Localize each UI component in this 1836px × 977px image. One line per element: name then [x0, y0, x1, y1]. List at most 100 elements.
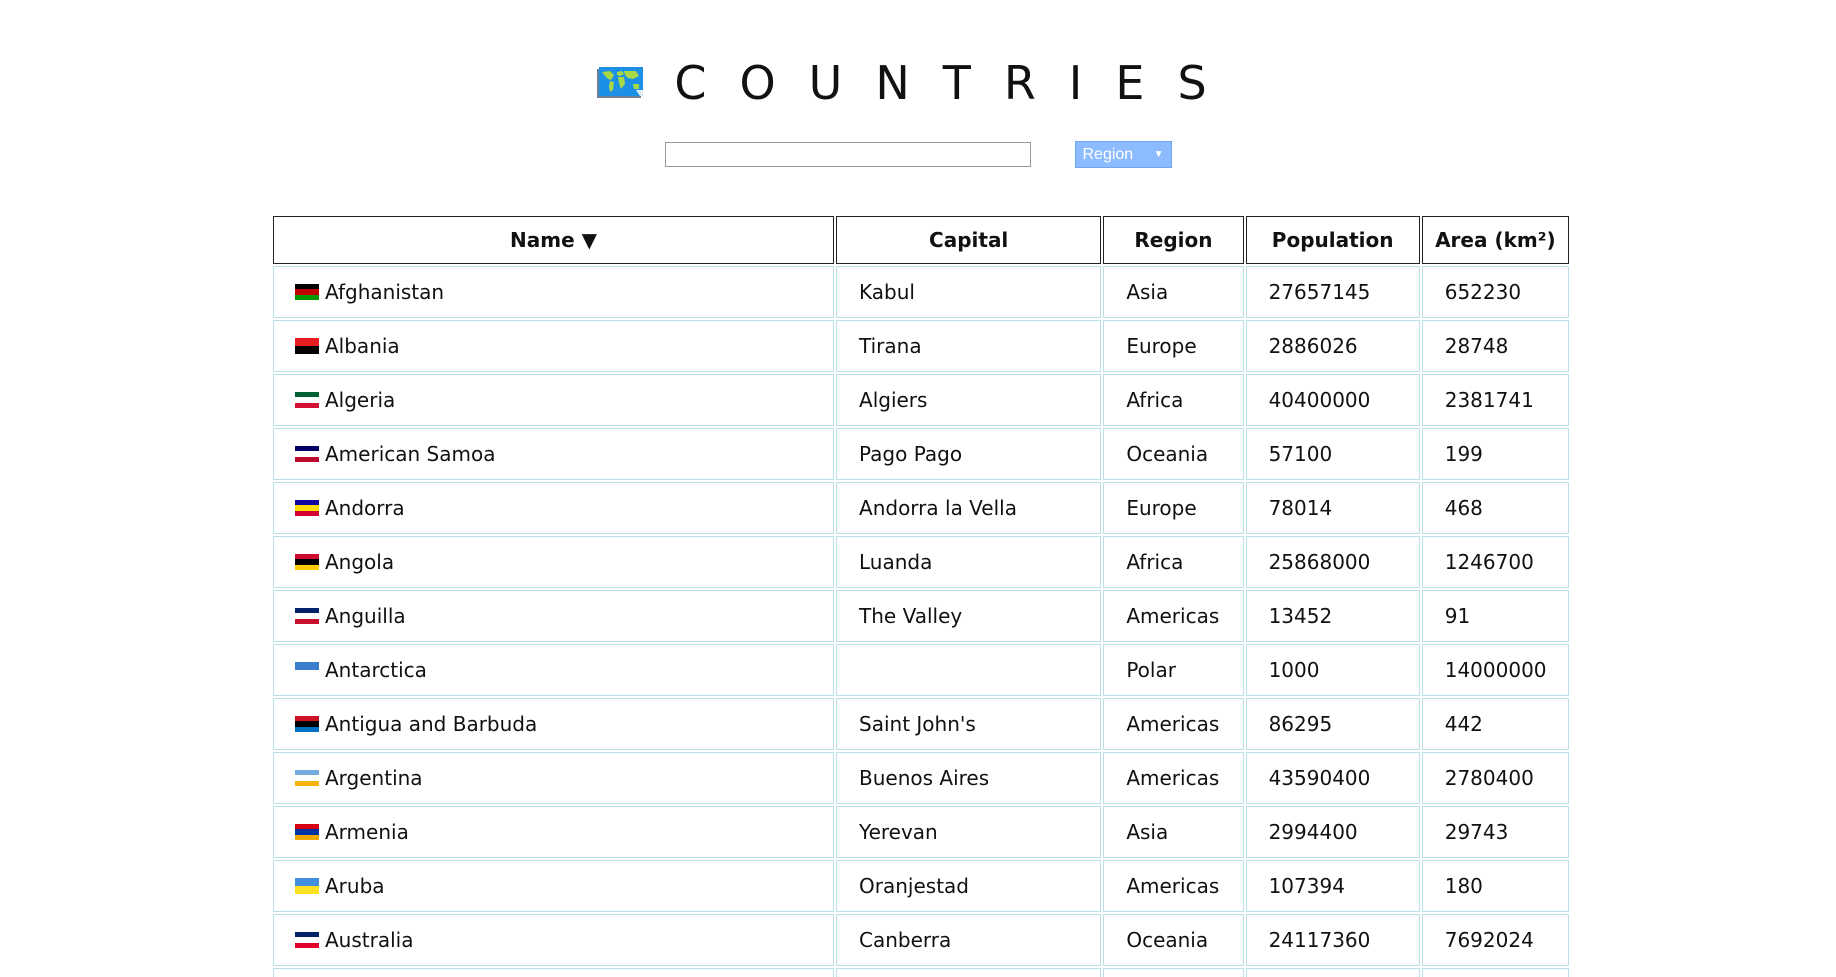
table-row[interactable]: Albania Tirana Europe 2886026 28748 [273, 320, 1569, 372]
capital-cell: Andorra la Vella [836, 482, 1102, 534]
capital-cell: Yerevan [836, 806, 1102, 858]
area-cell: 7692024 [1421, 914, 1569, 966]
population-cell: 78014 [1245, 482, 1420, 534]
table-row[interactable]: American Samoa Pago Pago Oceania 57100 199 [273, 428, 1569, 480]
country-name: Albania [325, 334, 400, 358]
country-name-cell: Albania [273, 320, 835, 372]
country-name: Antigua and Barbuda [325, 712, 538, 736]
country-name: Andorra [325, 496, 405, 520]
area-cell: 2381741 [1421, 374, 1569, 426]
capital-cell: Tirana [836, 320, 1102, 372]
country-name-cell: Antigua and Barbuda [273, 698, 835, 750]
argentina-flag-icon [295, 770, 319, 786]
world-map-icon [597, 67, 644, 98]
table-row[interactable]: Antarctica Polar 1000 14000000 [273, 644, 1569, 696]
country-name: Angola [325, 550, 395, 574]
area-cell: 199 [1421, 428, 1569, 480]
page-title: COUNTRIES [674, 56, 1240, 110]
region-cell: Oceania [1103, 914, 1244, 966]
table-row[interactable]: Argentina Buenos Aires Americas 43590400 278… [273, 752, 1569, 804]
region-cell: Oceania [1103, 428, 1244, 480]
country-name-cell: Armenia [273, 806, 835, 858]
american-samoa-flag-icon [295, 446, 319, 462]
population-cell: 107394 [1245, 860, 1420, 912]
table-row[interactable]: Australia Canberra Oceania 24117360 7692024 [273, 914, 1569, 966]
country-name-cell: Afghanistan [273, 266, 835, 318]
region-select[interactable]: Region ▼ [1074, 141, 1172, 168]
area-cell: 29743 [1421, 806, 1569, 858]
population-cell: 57100 [1245, 428, 1420, 480]
andorra-flag-icon [295, 500, 319, 516]
country-name: Aruba [325, 874, 385, 898]
table-header-row: Name ▼ Capital Region Population Area (k… [273, 216, 1569, 264]
country-name-cell [273, 968, 835, 977]
population-cell: 2886026 [1245, 320, 1420, 372]
capital-cell [836, 968, 1102, 977]
region-cell: Polar [1103, 644, 1244, 696]
table-row[interactable]: Aruba Oranjestad Americas 107394 180 [273, 860, 1569, 912]
capital-cell: Saint John's [836, 698, 1102, 750]
country-name-cell: Aruba [273, 860, 835, 912]
population-cell: 86295 [1245, 698, 1420, 750]
country-name: Afghanistan [325, 280, 445, 304]
table-row[interactable] [273, 968, 1569, 977]
capital-cell: Canberra [836, 914, 1102, 966]
country-name: American Samoa [325, 442, 496, 466]
region-cell: Europe [1103, 320, 1244, 372]
region-cell: Americas [1103, 752, 1244, 804]
region-cell: Africa [1103, 374, 1244, 426]
filter-controls: Region ▼ [0, 141, 1836, 168]
page-header: COUNTRIES [0, 60, 1836, 106]
caret-down-icon: ▼ [1153, 149, 1164, 160]
country-name: Australia [325, 928, 414, 952]
area-cell: 2780400 [1421, 752, 1569, 804]
search-input[interactable] [664, 142, 1031, 167]
country-name: Anguilla [325, 604, 406, 628]
aruba-flag-icon [295, 878, 319, 894]
capital-cell: The Valley [836, 590, 1102, 642]
afghanistan-flag-icon [295, 284, 319, 300]
column-header-name[interactable]: Name ▼ [273, 216, 835, 264]
angola-flag-icon [295, 554, 319, 570]
country-name: Argentina [325, 766, 423, 790]
table-row[interactable]: Algeria Algiers Africa 40400000 2381741 [273, 374, 1569, 426]
area-cell: 28748 [1421, 320, 1569, 372]
table-row[interactable]: Andorra Andorra la Vella Europe 78014 468 [273, 482, 1569, 534]
area-cell: 180 [1421, 860, 1569, 912]
country-name-cell: American Samoa [273, 428, 835, 480]
column-header-area[interactable]: Area (km²) [1421, 216, 1569, 264]
australia-flag-icon [295, 932, 319, 948]
table-body: Afghanistan Kabul Asia 27657145 652230 Albani… [273, 266, 1569, 977]
column-header-population[interactable]: Population [1245, 216, 1420, 264]
armenia-flag-icon [295, 824, 319, 840]
table-row[interactable]: Antigua and Barbuda Saint John's Americas 8… [273, 698, 1569, 750]
page: COUNTRIES Region ▼ Name ▼ Capital Region… [0, 0, 1836, 977]
region-select-label: Region [1082, 145, 1134, 163]
country-name-cell: Antarctica [273, 644, 835, 696]
table-row[interactable]: Angola Luanda Africa 25868000 1246700 [273, 536, 1569, 588]
antigua-and-barbuda-flag-icon [295, 716, 319, 732]
region-cell: Africa [1103, 536, 1244, 588]
column-header-capital[interactable]: Capital [836, 216, 1102, 264]
country-name: Armenia [325, 820, 409, 844]
table-row[interactable]: Anguilla The Valley Americas 13452 91 [273, 590, 1569, 642]
area-cell [1421, 968, 1569, 977]
area-cell: 442 [1421, 698, 1569, 750]
population-cell: 24117360 [1245, 914, 1420, 966]
table-row[interactable]: Armenia Yerevan Asia 2994400 29743 [273, 806, 1569, 858]
column-header-region[interactable]: Region [1103, 216, 1244, 264]
country-name: Algeria [325, 388, 396, 412]
table-row[interactable]: Afghanistan Kabul Asia 27657145 652230 [273, 266, 1569, 318]
region-cell: Asia [1103, 266, 1244, 318]
region-cell [1103, 968, 1244, 977]
population-cell: 27657145 [1245, 266, 1420, 318]
country-name-cell: Australia [273, 914, 835, 966]
capital-cell: Algiers [836, 374, 1102, 426]
capital-cell: Kabul [836, 266, 1102, 318]
countries-table: Name ▼ Capital Region Population Area (k… [271, 214, 1571, 977]
region-cell: Americas [1103, 590, 1244, 642]
country-name-cell: Angola [273, 536, 835, 588]
population-cell [1245, 968, 1420, 977]
algeria-flag-icon [295, 392, 319, 408]
region-cell: Americas [1103, 698, 1244, 750]
